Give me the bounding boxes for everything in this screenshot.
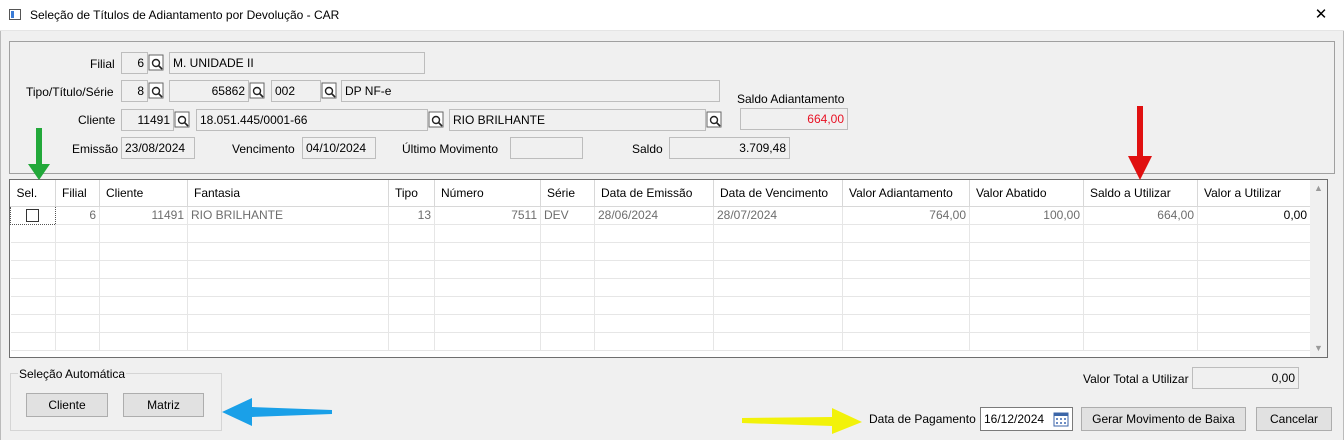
cliente-button[interactable]: Cliente	[26, 393, 108, 417]
saldo-label: Saldo	[632, 142, 663, 156]
calendar-icon[interactable]	[1053, 411, 1069, 427]
data-pagamento-input[interactable]: 16/12/2024	[980, 407, 1073, 431]
cliente-code-field[interactable]: 11491	[121, 109, 174, 131]
cell-data-vencimento: 28/07/2024	[713, 206, 843, 225]
filial-lookup-icon[interactable]	[148, 54, 165, 72]
gerar-movimento-button[interactable]: Gerar Movimento de Baixa	[1081, 407, 1246, 431]
window-title: Seleção de Títulos de Adiantamento por D…	[30, 8, 340, 22]
yellow-arrow-icon	[742, 408, 862, 434]
empty-row	[10, 260, 1311, 279]
col-header-filial[interactable]: Filial	[55, 180, 100, 207]
col-header-numero[interactable]: Número	[434, 180, 541, 207]
app-icon	[9, 9, 21, 20]
cell-numero: 7511	[434, 206, 541, 225]
cell-fantasia: RIO BRILHANTE	[187, 206, 389, 225]
tipo-field[interactable]: 8	[121, 80, 148, 102]
vencimento-value: 04/10/2024	[302, 137, 376, 159]
empty-row	[10, 224, 1311, 243]
cancelar-button[interactable]: Cancelar	[1256, 407, 1332, 431]
matriz-button[interactable]: Matriz	[123, 393, 204, 417]
serie-field[interactable]: 002	[271, 80, 321, 102]
data-pagamento-label: Data de Pagamento	[869, 412, 976, 426]
col-header-tipo[interactable]: Tipo	[388, 180, 435, 207]
emissao-label: Emissão	[72, 142, 119, 156]
filial-name-field: M. UNIDADE II	[169, 52, 425, 74]
grid-vertical-scrollbar[interactable]: ▲ ▼	[1310, 180, 1327, 357]
empty-row	[10, 242, 1311, 261]
cell-cliente: 11491	[99, 206, 188, 225]
blue-arrow-icon	[222, 398, 332, 426]
titulo-lookup-icon[interactable]	[249, 82, 266, 100]
cliente-lookup-icon[interactable]	[174, 111, 191, 129]
cell-data-emissao: 28/06/2024	[594, 206, 714, 225]
cell-valor-utilizar[interactable]: 0,00	[1197, 206, 1311, 225]
empty-row	[10, 278, 1311, 297]
ultimo-movimento-value	[510, 137, 583, 159]
table-row[interactable]: 6 11491 RIO BRILHANTE 13 7511 DEV 28/06/…	[10, 205, 1311, 225]
emissao-value: 23/08/2024	[121, 137, 195, 159]
empty-row	[10, 314, 1311, 333]
vencimento-label: Vencimento	[232, 142, 295, 156]
valor-total-label: Valor Total a Utilizar	[1083, 372, 1189, 386]
row-select-cell[interactable]	[10, 205, 56, 225]
row-select-checkbox[interactable]	[26, 209, 39, 223]
col-header-data-emissao[interactable]: Data de Emissão	[594, 180, 714, 207]
scroll-up-icon[interactable]: ▲	[1310, 180, 1327, 197]
titles-grid[interactable]: Sel. Filial Cliente Fantasia Tipo Número…	[9, 179, 1328, 358]
filial-label: Filial	[90, 57, 115, 71]
data-pagamento-value: 16/12/2024	[984, 412, 1045, 426]
titulo-field[interactable]: 65862	[169, 80, 249, 102]
col-header-valor-adiantamento[interactable]: Valor Adiantamento	[842, 180, 970, 207]
scroll-down-icon[interactable]: ▼	[1310, 340, 1327, 357]
col-header-saldo-utilizar[interactable]: Saldo a Utilizar	[1083, 180, 1198, 207]
auto-selection-legend: Seleção Automática	[18, 367, 127, 381]
green-arrow-icon	[28, 128, 50, 180]
cell-filial: 6	[55, 206, 100, 225]
col-header-valor-abatido[interactable]: Valor Abatido	[969, 180, 1084, 207]
cell-tipo: 13	[388, 206, 435, 225]
cell-saldo-utilizar: 664,00	[1083, 206, 1198, 225]
saldo-value: 3.709,48	[669, 137, 790, 159]
cell-serie: DEV	[540, 206, 595, 225]
cell-valor-adiantamento: 764,00	[842, 206, 970, 225]
empty-row	[10, 296, 1311, 315]
cliente-name-lookup-icon[interactable]	[706, 111, 723, 129]
cliente-cnpj-field[interactable]: 18.051.445/0001-66	[196, 109, 428, 131]
col-header-serie[interactable]: Série	[540, 180, 595, 207]
title-bar: Seleção de Títulos de Adiantamento por D…	[0, 0, 1344, 31]
cnpj-lookup-icon[interactable]	[428, 111, 445, 129]
col-header-fantasia[interactable]: Fantasia	[187, 180, 389, 207]
col-header-sel[interactable]: Sel.	[10, 180, 56, 207]
cell-valor-abatido: 100,00	[969, 206, 1084, 225]
col-header-cliente[interactable]: Cliente	[99, 180, 188, 207]
saldo-adiantamento-value: 664,00	[740, 108, 848, 130]
col-header-data-vencimento[interactable]: Data de Vencimento	[713, 180, 843, 207]
cliente-name-field[interactable]: RIO BRILHANTE	[449, 109, 706, 131]
tipo-titulo-serie-label: Tipo/Título/Série	[26, 85, 114, 99]
close-icon[interactable]: ✕	[1298, 0, 1344, 31]
filial-code-field[interactable]: 6	[121, 52, 148, 74]
valor-total-value: 0,00	[1192, 367, 1299, 389]
cliente-label: Cliente	[78, 113, 116, 127]
ultimo-movimento-label: Último Movimento	[402, 142, 499, 156]
serie-description-field: DP NF-e	[341, 80, 720, 102]
empty-row	[10, 332, 1311, 351]
serie-lookup-icon[interactable]	[321, 82, 338, 100]
tipo-lookup-icon[interactable]	[148, 82, 165, 100]
saldo-adiantamento-label: Saldo Adiantamento	[737, 92, 845, 106]
col-header-valor-utilizar[interactable]: Valor a Utilizar	[1197, 180, 1311, 207]
red-arrow-icon	[1128, 106, 1152, 180]
